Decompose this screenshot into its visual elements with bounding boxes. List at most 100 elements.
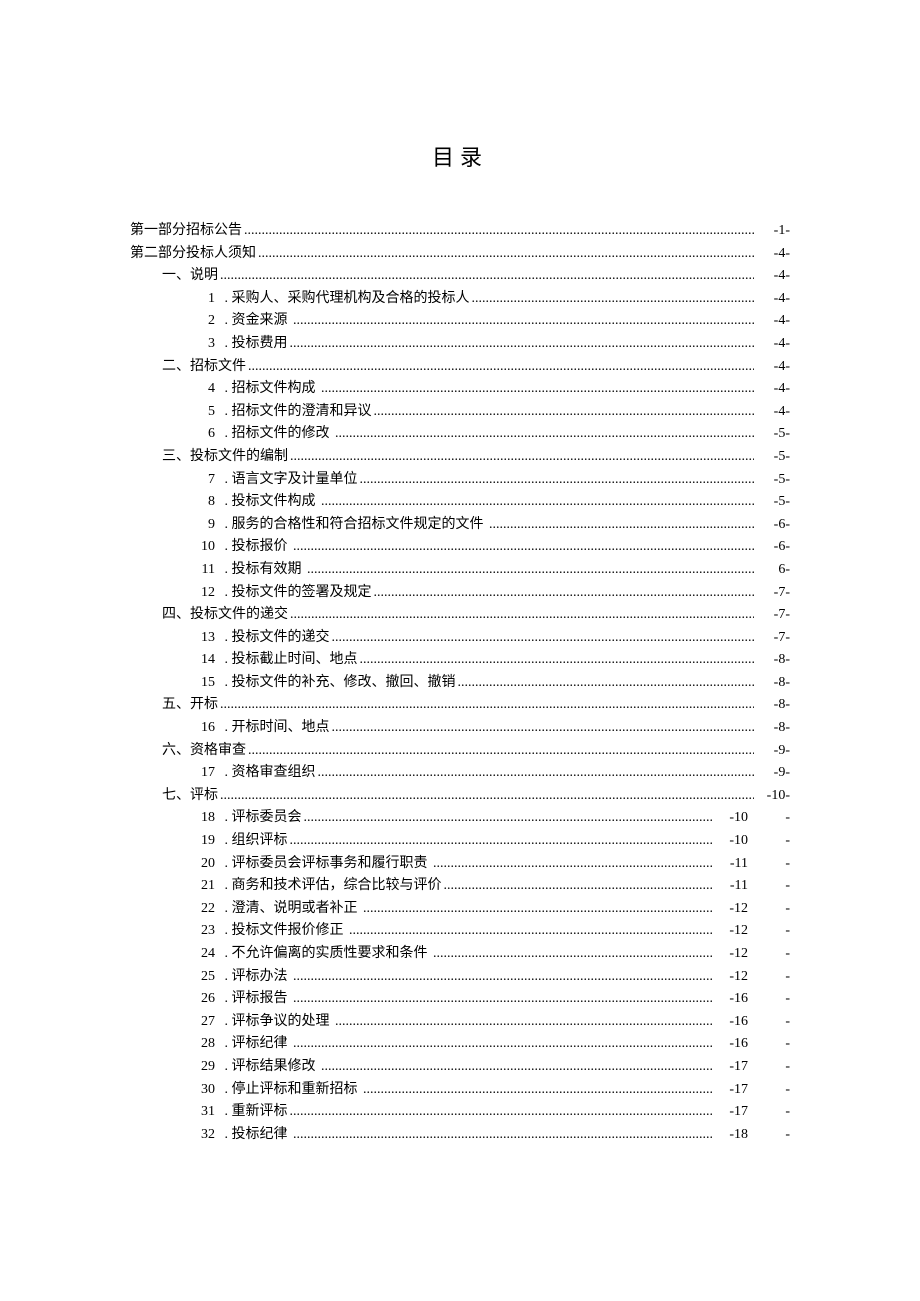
toc-entry-page: -18 xyxy=(714,1124,748,1147)
toc-entry-page: -10- xyxy=(756,785,790,808)
toc-leader-dots xyxy=(220,265,754,288)
toc-list: 第一部分招标公告-1-第二部分投标人须知-4-一、说明-4-1 . 采购人、采购… xyxy=(130,220,790,1146)
toc-entry-label: . 重新评标 xyxy=(221,1101,288,1124)
toc-entry-number: 25 xyxy=(195,966,215,989)
toc-entry-number: 22 xyxy=(195,898,215,921)
toc-entry-page: -4- xyxy=(756,378,790,401)
toc-entry-number: 2 xyxy=(195,310,215,333)
toc-entry-label: 六、资格审查 xyxy=(162,740,246,763)
toc-entry-page: 6- xyxy=(756,559,790,582)
toc-leader-dots xyxy=(321,378,754,401)
toc-entry-page: -4- xyxy=(756,333,790,356)
toc-entry-page: -8- xyxy=(756,717,790,740)
toc-entry-page: -9- xyxy=(756,740,790,763)
toc-leader-dots xyxy=(244,220,754,243)
toc-trailing-dash: - xyxy=(748,988,790,1011)
toc-entry-page: -1- xyxy=(756,220,790,243)
toc-leader-dots xyxy=(433,943,712,966)
toc-entry-label: . 评标委员会 xyxy=(221,807,302,830)
toc-leader-dots xyxy=(489,514,754,537)
toc-leader-dots xyxy=(258,243,754,266)
toc-entry: 24 . 不允许偏离的实质性要求和条件 -12- xyxy=(195,943,790,966)
toc-entry-label: . 投标纪律 xyxy=(221,1124,291,1147)
toc-entry-page: -16 xyxy=(714,1011,748,1034)
toc-entry: 3 . 投标费用-4- xyxy=(195,333,790,356)
toc-entry: 16 . 开标时间、地点-8- xyxy=(195,717,790,740)
toc-entry-number: 4 xyxy=(195,378,215,401)
toc-entry-page: -4- xyxy=(756,401,790,424)
toc-leader-dots xyxy=(360,469,755,492)
toc-entry-page: -17 xyxy=(714,1101,748,1124)
toc-entry-label: . 招标文件的修改 xyxy=(221,423,333,446)
toc-leader-dots xyxy=(332,627,755,650)
toc-entry-page: -12 xyxy=(714,920,748,943)
toc-leader-dots xyxy=(349,920,712,943)
toc-trailing-dash: - xyxy=(748,1011,790,1034)
toc-entry-page: -7- xyxy=(756,627,790,650)
toc-entry: 13 . 投标文件的递交-7- xyxy=(195,627,790,650)
toc-entry-number: 31 xyxy=(195,1101,215,1124)
toc-leader-dots xyxy=(293,536,754,559)
toc-leader-dots xyxy=(374,582,755,605)
toc-entry-number: 19 xyxy=(195,830,215,853)
toc-entry-label: 四、投标文件的递交 xyxy=(162,604,288,627)
toc-entry-page: -17 xyxy=(714,1056,748,1079)
toc-entry-label: . 投标文件的补充、修改、撤回、撤销 xyxy=(221,672,456,695)
toc-leader-dots xyxy=(304,807,713,830)
toc-entry-label: . 招标文件的澄清和异议 xyxy=(221,401,372,424)
toc-entry: 七、评标-10- xyxy=(162,785,790,808)
toc-entry-page: -5- xyxy=(756,446,790,469)
toc-entry-label: 五、开标 xyxy=(162,694,218,717)
toc-trailing-dash: - xyxy=(748,853,790,876)
toc-leader-dots xyxy=(444,875,713,898)
toc-entry-page: -4- xyxy=(756,265,790,288)
toc-entry: 4 . 招标文件构成 -4- xyxy=(195,378,790,401)
toc-trailing-dash: - xyxy=(748,898,790,921)
toc-leader-dots xyxy=(248,356,754,379)
toc-entry-label: . 评标争议的处理 xyxy=(221,1011,333,1034)
toc-entry-label: . 投标费用 xyxy=(221,333,288,356)
toc-entry-page: -11 xyxy=(714,875,748,898)
document-page: 目录 第一部分招标公告-1-第二部分投标人须知-4-一、说明-4-1 . 采购人… xyxy=(0,0,920,1301)
toc-entry-label: . 投标截止时间、地点 xyxy=(221,649,358,672)
toc-entry: 12 . 投标文件的签署及规定-7- xyxy=(195,582,790,605)
toc-entry: 23 . 投标文件报价修正 -12- xyxy=(195,920,790,943)
toc-trailing-dash: - xyxy=(748,1124,790,1147)
toc-entry: 26 . 评标报告 -16- xyxy=(195,988,790,1011)
toc-entry: 五、开标-8- xyxy=(162,694,790,717)
toc-leader-dots xyxy=(293,310,754,333)
toc-trailing-dash: - xyxy=(748,920,790,943)
toc-entry-page: -6- xyxy=(756,514,790,537)
toc-entry-page: -9- xyxy=(756,762,790,785)
toc-entry: 10 . 投标报价 -6- xyxy=(195,536,790,559)
toc-entry-page: -4- xyxy=(756,288,790,311)
toc-entry-number: 17 xyxy=(195,762,215,785)
toc-entry: 5 . 招标文件的澄清和异议-4- xyxy=(195,401,790,424)
toc-entry-label: . 澄清、说明或者补正 xyxy=(221,898,361,921)
toc-entry: 11 . 投标有效期 6- xyxy=(195,559,790,582)
toc-entry-label: . 投标文件的签署及规定 xyxy=(221,582,372,605)
toc-entry-label: . 不允许偏离的实质性要求和条件 xyxy=(221,943,431,966)
toc-leader-dots xyxy=(472,288,755,311)
toc-entry-page: -4- xyxy=(756,243,790,266)
toc-entry-label: 三、投标文件的编制 xyxy=(162,446,288,469)
toc-entry-label: . 投标文件的递交 xyxy=(221,627,330,650)
toc-trailing-dash: - xyxy=(748,1101,790,1124)
toc-leader-dots xyxy=(290,830,713,853)
toc-entry-page: -12 xyxy=(714,943,748,966)
toc-entry-label: . 资金来源 xyxy=(221,310,291,333)
toc-entry: 2 . 资金来源 -4- xyxy=(195,310,790,333)
toc-entry: 7 . 语言文字及计量单位-5- xyxy=(195,469,790,492)
toc-entry: 三、投标文件的编制 -5- xyxy=(162,446,790,469)
toc-leader-dots xyxy=(332,717,755,740)
toc-leader-dots xyxy=(433,853,712,876)
toc-leader-dots xyxy=(290,446,754,469)
toc-entry-label: . 投标有效期 xyxy=(221,559,305,582)
toc-leader-dots xyxy=(293,1033,712,1056)
toc-leader-dots xyxy=(363,1079,712,1102)
toc-entry-number: 21 xyxy=(195,875,215,898)
toc-entry-page: -11 xyxy=(714,853,748,876)
toc-entry-page: -4- xyxy=(756,356,790,379)
toc-entry: 25 . 评标办法 -12- xyxy=(195,966,790,989)
toc-entry-number: 18 xyxy=(195,807,215,830)
